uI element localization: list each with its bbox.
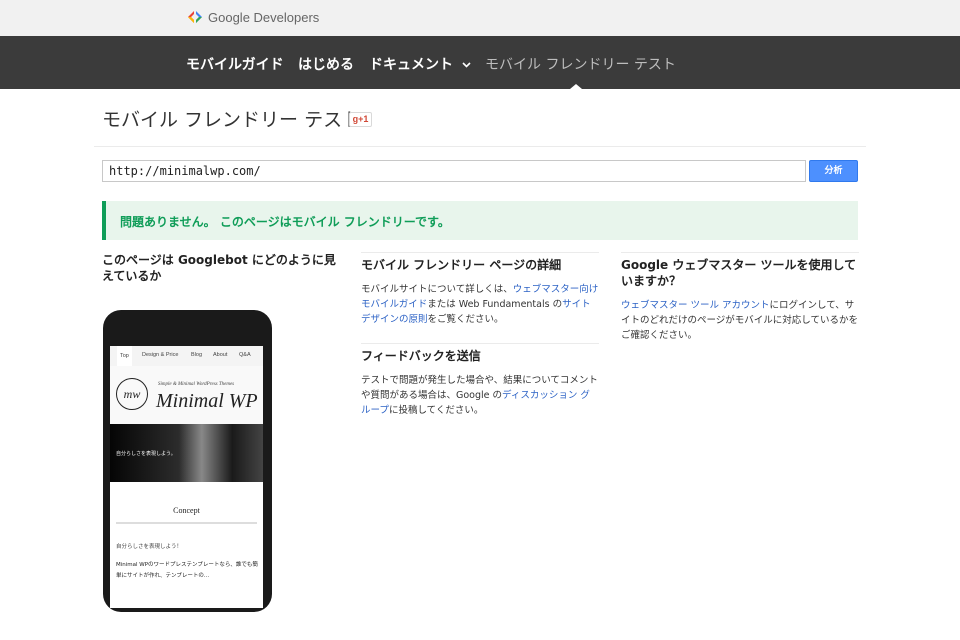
title-divider	[94, 146, 866, 147]
preview-body: Minimal WPのワードプレステンプレートなら、誰でも簡単にサイトが作れ、テ…	[116, 562, 258, 579]
preview-subtitle: 自分らしさを表現しよう！	[116, 544, 183, 550]
page-title: モバイル フレンドリー テスト	[102, 109, 362, 131]
url-input[interactable]	[102, 160, 806, 182]
webmaster-tools-column: Google ウェブマスター ツールを使用していますか？ ウェブマスター ツール…	[621, 252, 859, 343]
nav-item-get-started[interactable]: はじめる	[298, 54, 354, 74]
google-developers-logo[interactable]: Google Developers	[186, 8, 319, 26]
brand-text: Google Developers	[208, 9, 320, 25]
chevron-down-icon	[462, 62, 471, 68]
analyze-button[interactable]: 分析	[809, 160, 858, 182]
googlebot-view-column: このページは Googlebot にどのように見えているか	[102, 252, 340, 284]
preview-hero-image: 自分らしさを表現しよう。	[110, 424, 263, 482]
preview-header: mw Simple & Minimal WordPress Themes Min…	[110, 366, 263, 424]
google-developers-icon	[188, 11, 202, 23]
result-message: 問題ありません。 このページはモバイル フレンドリーです。	[120, 215, 450, 229]
webmaster-heading: Google ウェブマスター ツールを使用していますか？	[621, 258, 857, 288]
top-bar: Google Developers	[0, 0, 960, 36]
details-text-2: または Web Fundamentals の	[427, 299, 563, 310]
phone-preview: Top Design & Price Blog About Q&A mw Sim…	[103, 310, 272, 612]
preview-divider	[116, 522, 257, 524]
nav-item-documents-label: ドキュメント	[369, 57, 453, 73]
webmaster-tools-account-link[interactable]: ウェブマスター ツール アカウント	[621, 300, 770, 311]
details-column: モバイル フレンドリー ページの詳細 モバイルサイトについて詳しくは、ウェブマス…	[361, 252, 599, 418]
preview-tab-design-price: Design & Price	[142, 352, 179, 358]
result-banner: 問題ありません。 このページはモバイル フレンドリーです。	[102, 201, 858, 240]
preview-tab-blog: Blog	[191, 352, 203, 358]
preview-section-title: Concept	[173, 506, 200, 515]
google-plus-label: +1	[358, 114, 369, 124]
preview-tab-top: Top	[117, 346, 132, 366]
preview-logo-icon: mw	[116, 378, 148, 410]
details-divider	[361, 252, 599, 253]
feedback-divider	[361, 343, 599, 344]
details-text-1: モバイルサイトについて詳しくは、	[361, 284, 513, 295]
preview-nav: Top Design & Price Blog About Q&A	[110, 346, 263, 366]
preview-tab-about: About	[213, 352, 228, 358]
webmaster-divider	[621, 252, 859, 253]
details-heading: モバイル フレンドリー ページの詳細	[361, 258, 562, 272]
feedback-text-2: に投稿してください。	[388, 405, 484, 416]
preview-tagline: Simple & Minimal WordPress Themes	[158, 382, 235, 387]
preview-hero-text: 自分らしさを表現しよう。	[116, 451, 176, 457]
nav-item-mobile-friendly-test[interactable]: モバイル フレンドリー テスト	[485, 54, 676, 74]
webmaster-text: ウェブマスター ツール アカウントにログインして、サイトのどれだけのページがモバ…	[621, 298, 859, 343]
details-text-3: をご覧ください。	[427, 314, 504, 325]
preview-brand: Minimal WP	[156, 390, 258, 412]
main-nav: モバイルガイド はじめる ドキュメント モバイル フレンドリー テスト	[0, 36, 960, 89]
details-text: モバイルサイトについて詳しくは、ウェブマスター向けモバイルガイドまたは Web …	[361, 282, 599, 327]
google-plus-button[interactable]: g+1	[349, 112, 372, 127]
nav-item-mobile-guide[interactable]: モバイルガイド	[186, 54, 284, 74]
googlebot-view-heading: このページは Googlebot にどのように見えているか	[102, 253, 336, 283]
phone-screen: Top Design & Price Blog About Q&A mw Sim…	[110, 346, 263, 608]
nav-item-documents[interactable]: ドキュメント	[369, 54, 471, 74]
preview-tab-qa: Q&A	[239, 352, 251, 358]
feedback-heading: フィードバックを送信	[361, 349, 481, 363]
feedback-text: テストで問題が発生した場合や、結果についてコメントや質問がある場合は、Googl…	[361, 373, 599, 418]
nav-current-indicator	[570, 84, 582, 89]
